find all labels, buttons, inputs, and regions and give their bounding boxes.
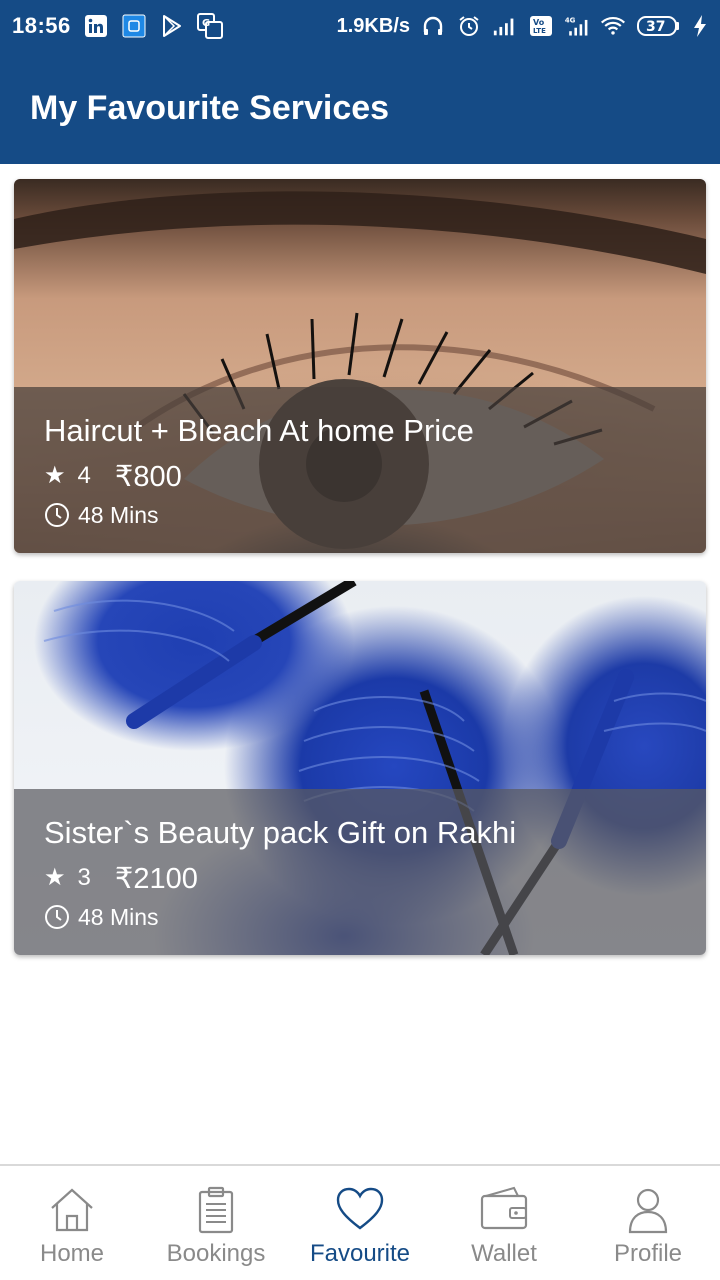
nav-label: Wallet — [471, 1240, 537, 1267]
service-rating: 4 — [77, 462, 91, 489]
nav-bookings[interactable]: Bookings — [144, 1166, 288, 1280]
svg-text:Vo: Vo — [533, 18, 545, 27]
volte-icon: Vo LTE — [528, 13, 554, 39]
status-time: 18:56 — [12, 13, 71, 38]
page-title: My Favourite Services — [30, 88, 390, 127]
service-card[interactable]: Sister`s Beauty pack Gift on Rakhi ★ 3 ₹… — [14, 581, 706, 955]
wifi-icon — [600, 13, 626, 39]
service-title: Haircut + Bleach At home Price — [44, 413, 474, 448]
clock-icon — [45, 503, 69, 527]
service-card[interactable]: Haircut + Bleach At home Price ★ 4 ₹800 … — [14, 179, 706, 553]
card-info-overlay: Sister`s Beauty pack Gift on Rakhi ★ 3 ₹… — [14, 789, 706, 955]
heart-icon — [336, 1187, 384, 1230]
charging-icon — [692, 13, 708, 39]
nav-label: Home — [39, 1240, 105, 1267]
status-bar: 18:56 G 1.9KB/s Vo LTE 4G 37 — [0, 0, 720, 52]
alarm-icon — [456, 13, 482, 39]
nav-label: Bookings — [166, 1240, 266, 1267]
service-price: ₹800 — [114, 460, 182, 493]
linkedin-icon — [83, 13, 109, 39]
clock-icon — [45, 905, 69, 929]
nav-home[interactable]: Home — [0, 1166, 144, 1280]
card-info-overlay: Haircut + Bleach At home Price ★ 4 ₹800 … — [14, 387, 706, 553]
svg-text:4G: 4G — [565, 17, 576, 25]
service-rating: 3 — [77, 864, 91, 891]
translate-icon: G — [196, 13, 223, 39]
clipboard-icon — [198, 1186, 234, 1234]
play-store-icon — [159, 13, 185, 39]
star-icon: ★ — [44, 864, 66, 891]
battery-icon: 37 — [636, 13, 682, 39]
headphones-icon — [420, 13, 446, 39]
mi-icon — [121, 13, 147, 39]
svg-text:LTE: LTE — [533, 27, 546, 35]
bottom-nav: Home Bookings Favourite Wallet Profile — [0, 1164, 720, 1280]
service-duration: 48 Mins — [78, 903, 159, 930]
svg-text:G: G — [202, 18, 210, 29]
nav-profile[interactable]: Profile — [576, 1166, 720, 1280]
network-speed: 1.9KB/s — [336, 14, 410, 37]
wallet-icon — [480, 1186, 528, 1230]
app-bar: My Favourite Services — [0, 52, 720, 164]
battery-level: 37 — [646, 19, 665, 35]
service-duration: 48 Mins — [78, 501, 159, 528]
4g-signal-icon: 4G — [564, 13, 590, 39]
signal-icon — [492, 13, 518, 39]
nav-label: Profile — [613, 1240, 683, 1267]
service-title: Sister`s Beauty pack Gift on Rakhi — [44, 815, 517, 850]
nav-favourite[interactable]: Favourite — [288, 1166, 432, 1280]
nav-label: Favourite — [309, 1240, 411, 1267]
nav-wallet[interactable]: Wallet — [432, 1166, 576, 1280]
home-icon — [51, 1188, 93, 1232]
star-icon: ★ — [44, 462, 66, 489]
service-price: ₹2100 — [114, 862, 198, 895]
user-icon — [628, 1188, 668, 1234]
